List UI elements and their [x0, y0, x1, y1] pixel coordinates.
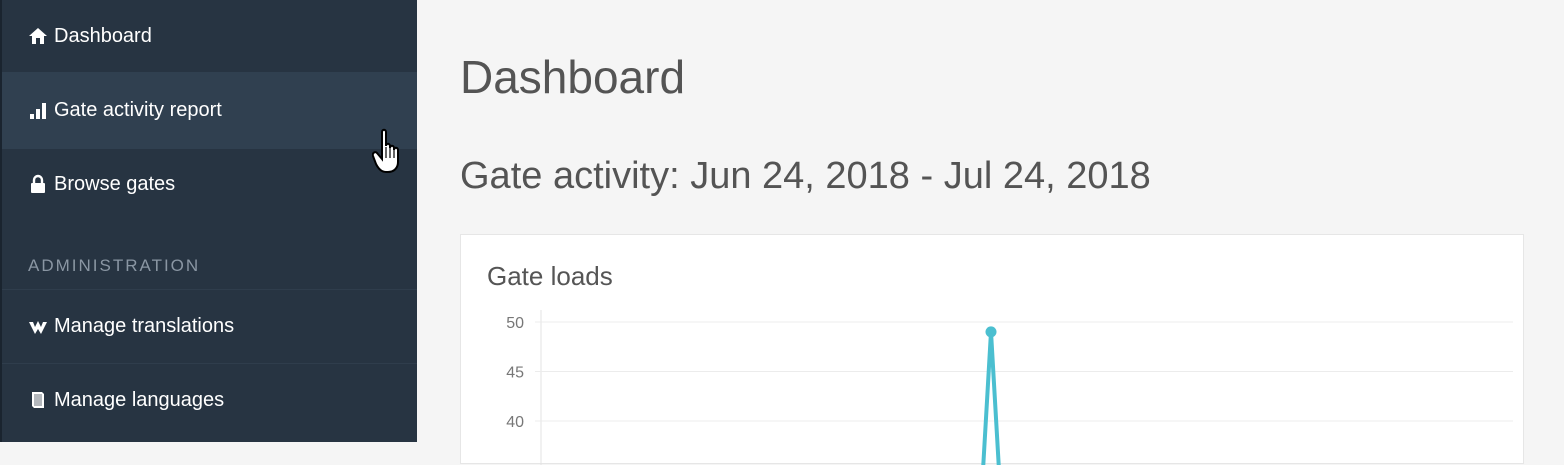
y-tick-label: 50	[506, 315, 524, 332]
data-point[interactable]	[985, 326, 997, 338]
sidebar-item-manage-languages[interactable]: Manage languages	[2, 364, 417, 436]
series-line	[981, 331, 1001, 465]
book-icon	[28, 390, 48, 410]
sidebar-item-label: Dashboard	[54, 24, 152, 47]
sidebar-item-gate-activity-report[interactable]: Gate activity report	[2, 72, 417, 149]
gate-loads-card: Gate loads 50 45 40	[460, 234, 1524, 465]
section-label-administration: ADMINISTRATION	[28, 256, 201, 275]
sidebar: Dashboard Gate activity report Browse ga…	[0, 0, 417, 442]
hand-cursor-icon	[371, 128, 406, 181]
bar-chart-icon	[28, 101, 48, 121]
sidebar-item-label: Browse gates	[54, 172, 176, 195]
sidebar-item-dashboard[interactable]: Dashboard	[2, 0, 417, 72]
y-tick-label: 45	[506, 365, 524, 382]
sidebar-item-browse-gates[interactable]: Browse gates	[2, 149, 417, 219]
main-content: Dashboard Gate activity: Jun 24, 2018 - …	[417, 0, 1564, 465]
lock-icon	[28, 174, 48, 194]
gate-activity-subtitle: Gate activity: Jun 24, 2018 - Jul 24, 20…	[460, 155, 1151, 197]
home-icon	[28, 26, 48, 46]
translate-icon	[28, 317, 48, 337]
sidebar-item-manage-translations[interactable]: Manage translations	[2, 290, 417, 363]
gate-loads-chart: 50 45 40	[506, 310, 1513, 465]
y-tick-label: 40	[506, 414, 524, 431]
sidebar-item-label: Manage translations	[54, 315, 235, 337]
page-title: Dashboard	[460, 51, 686, 103]
sidebar-item-label: Manage languages	[54, 388, 225, 411]
sidebar-item-label: Gate activity report	[54, 99, 222, 121]
